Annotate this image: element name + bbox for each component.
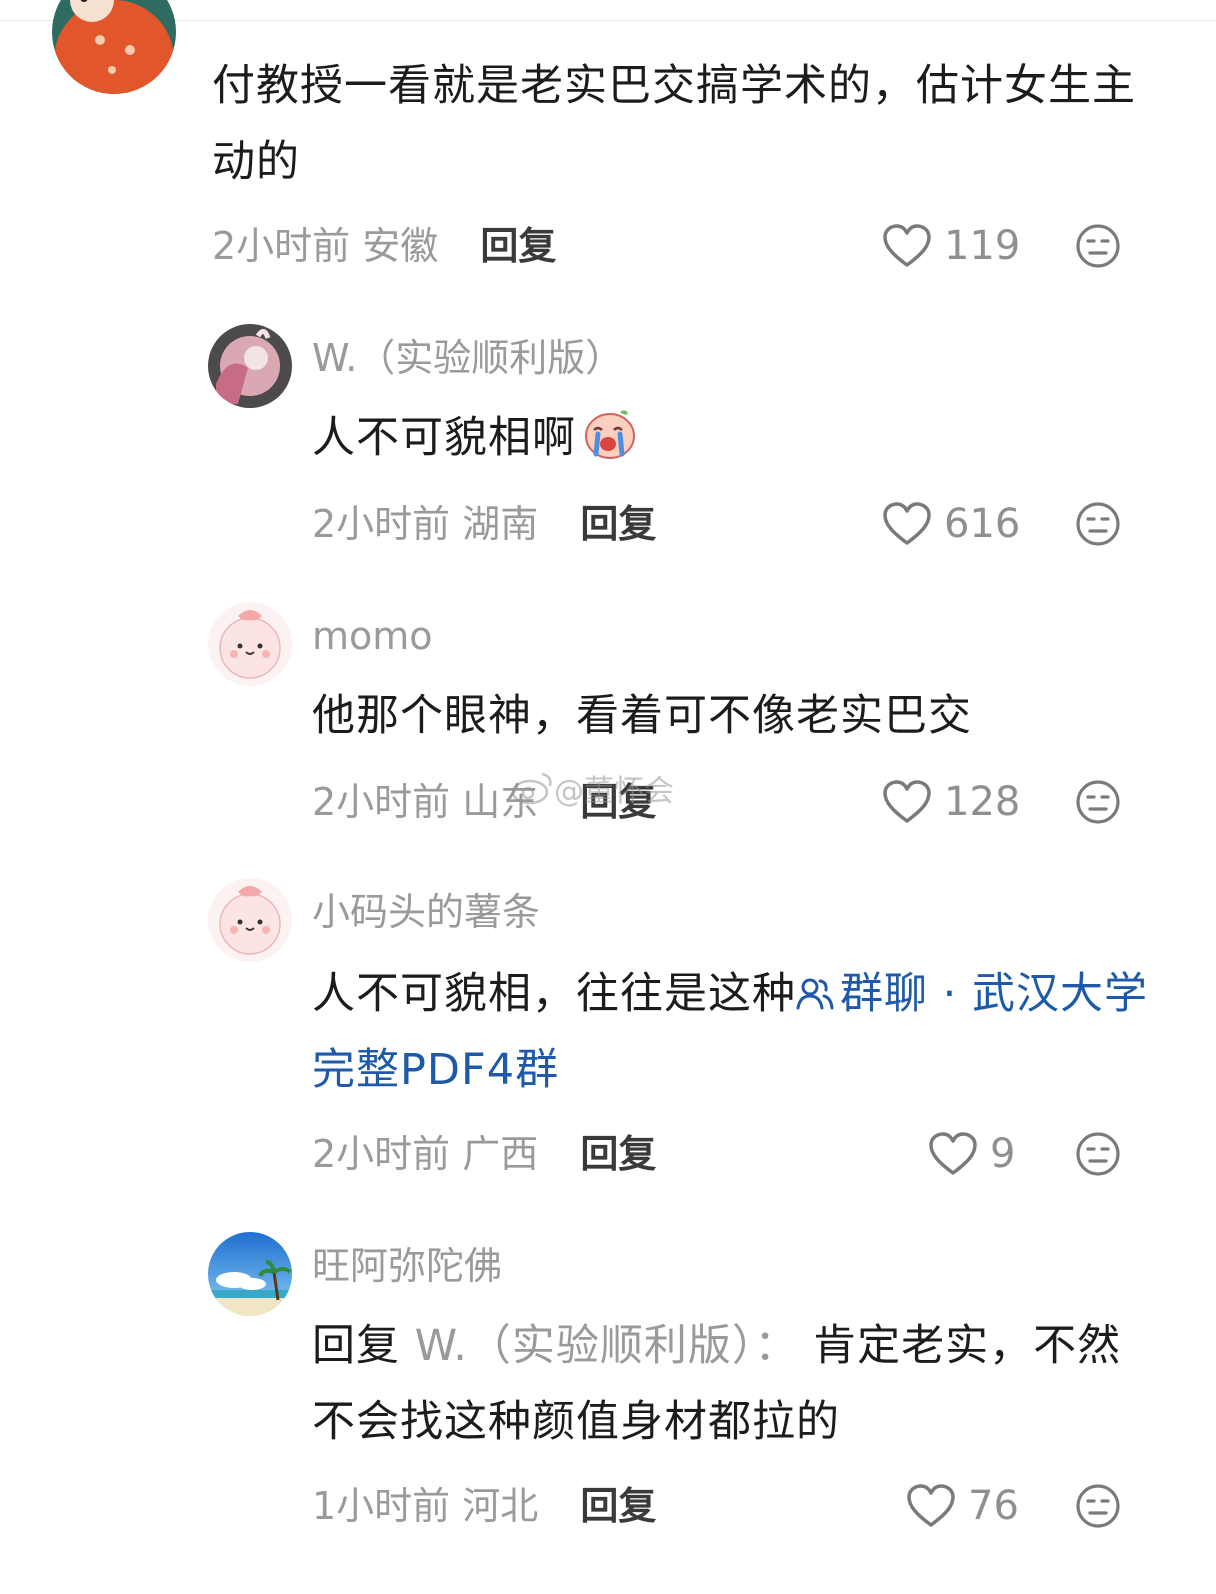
comment-time: 2小时前 xyxy=(312,1132,451,1176)
dislike-button[interactable] xyxy=(1074,500,1122,548)
comment-location: 广西 xyxy=(462,1132,539,1176)
weibo-logo-icon xyxy=(511,772,552,805)
crying-emoji-icon xyxy=(585,410,635,459)
comment-meta: 1小时前 河北 回复 xyxy=(312,1482,656,1530)
like-count: 128 xyxy=(944,779,1021,825)
like-button[interactable]: 76 xyxy=(906,1482,1019,1530)
neutral-face-icon xyxy=(1076,224,1120,268)
comment-meta: 2小时前 安徽 回复 xyxy=(212,222,556,270)
group-chat-icon xyxy=(796,978,834,1010)
like-count: 616 xyxy=(944,501,1021,547)
dislike-button[interactable] xyxy=(1074,1130,1122,1178)
username[interactable]: 小码头的薯条 xyxy=(312,888,540,936)
avatar[interactable] xyxy=(208,1232,292,1316)
dislike-button[interactable] xyxy=(1074,1482,1122,1530)
neutral-face-icon xyxy=(1076,502,1120,546)
dislike-button[interactable] xyxy=(1074,222,1122,270)
comment-location: 河北 xyxy=(462,1484,539,1528)
comment-time: 1小时前 xyxy=(312,1484,451,1528)
avatar[interactable] xyxy=(52,0,176,94)
neutral-face-icon xyxy=(1076,1484,1120,1528)
reply-button[interactable]: 回复 xyxy=(480,224,556,268)
comment-time: 2小时前 xyxy=(312,780,451,824)
avatar[interactable] xyxy=(208,324,292,408)
comment-time: 2小时前 xyxy=(312,502,451,546)
comment-text: 人不可貌相啊 xyxy=(312,400,1152,476)
heart-outline-icon xyxy=(883,502,931,545)
heart-outline-icon xyxy=(883,224,931,267)
like-button[interactable]: 9 xyxy=(928,1130,1015,1178)
username[interactable]: 旺阿弥陀佛 xyxy=(312,1242,502,1290)
reply-button[interactable]: 回复 xyxy=(580,1132,656,1176)
comment-location: 安徽 xyxy=(362,224,439,268)
username[interactable]: momo xyxy=(312,612,433,660)
like-count: 9 xyxy=(990,1131,1016,1177)
like-count: 119 xyxy=(944,223,1021,269)
watermark: @董怀会 xyxy=(510,766,674,810)
comment-location: 湖南 xyxy=(462,502,539,546)
heart-outline-icon xyxy=(883,780,931,823)
comment-text-content: 人不可貌相啊 xyxy=(312,413,576,463)
like-button[interactable]: 119 xyxy=(882,222,1020,270)
watermark-text: @董怀会 xyxy=(554,774,674,809)
username[interactable]: W.（实验顺利版） xyxy=(312,334,623,382)
comment-text: 人不可貌相，往往是这种 群聊 · 武汉大学完整PDF4群 xyxy=(312,956,1162,1108)
divider xyxy=(0,20,1216,21)
comment-text: 回复 W.（实验顺利版）： 肯定老实，不然不会找这种颜值身材都拉的 xyxy=(312,1308,1132,1460)
neutral-face-icon xyxy=(1076,1132,1120,1176)
comment-text: 他那个眼神，看着可不像老实巴交 xyxy=(312,691,972,741)
dislike-button[interactable] xyxy=(1074,778,1122,826)
like-button[interactable]: 128 xyxy=(882,778,1020,826)
like-count: 76 xyxy=(968,1483,1019,1529)
comment-time: 2小时前 xyxy=(212,224,351,268)
reply-prefix: 回复 xyxy=(312,1321,400,1371)
comment-text: 付教授一看就是老实巴交搞学术的，估计女生主动的 xyxy=(212,61,1136,187)
heart-outline-icon xyxy=(907,1484,955,1527)
avatar[interactable] xyxy=(208,878,292,962)
heart-outline-icon xyxy=(929,1132,977,1175)
comment-meta: 2小时前 广西 回复 xyxy=(312,1130,656,1178)
comment-meta: 2小时前 湖南 回复 xyxy=(312,500,656,548)
like-button[interactable]: 616 xyxy=(882,500,1020,548)
neutral-face-icon xyxy=(1076,780,1120,824)
avatar[interactable] xyxy=(208,602,292,686)
comment-list: 付教授一看就是老实巴交搞学术的，估计女生主动的 2小时前 安徽 回复 119 W… xyxy=(0,0,1216,1594)
reply-button[interactable]: 回复 xyxy=(580,502,656,546)
reply-button[interactable]: 回复 xyxy=(580,1484,656,1528)
reply-target-user[interactable]: W.（实验顺利版）： xyxy=(415,1321,799,1371)
comment-text-content: 人不可貌相，往往是这种 xyxy=(312,969,796,1019)
